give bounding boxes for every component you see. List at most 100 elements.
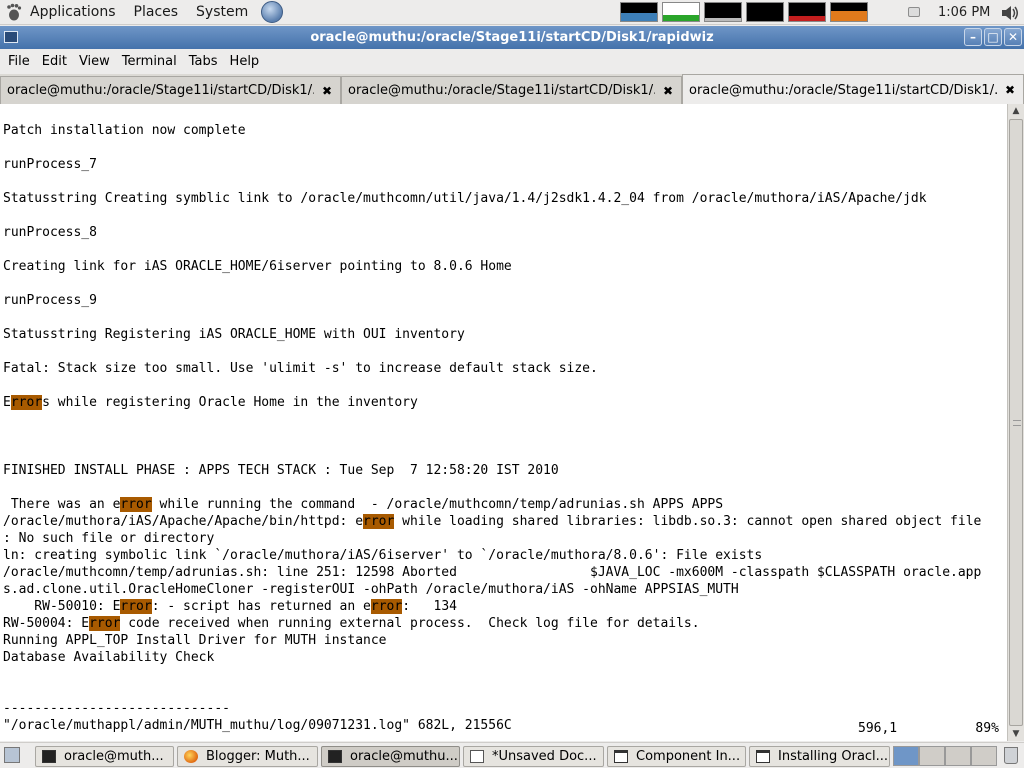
window-title-bar[interactable]: oracle@muthu:/oracle/Stage11i/startCD/Di… bbox=[0, 26, 1024, 49]
network-monitor-graph bbox=[704, 2, 742, 22]
taskbar-item-text-editor[interactable]: *Unsaved Doc... bbox=[463, 746, 604, 767]
minimize-button[interactable]: – bbox=[964, 28, 982, 46]
taskbar-item-label: oracle@muthu... bbox=[350, 749, 458, 764]
window-menu-icon[interactable] bbox=[4, 31, 18, 43]
terminal-line: Errors while registering Oracle Home in … bbox=[3, 395, 418, 410]
places-menu[interactable]: Places bbox=[125, 4, 188, 20]
taskbar-item-label: oracle@muth... bbox=[64, 749, 164, 764]
tray-notification-icon[interactable] bbox=[908, 7, 920, 17]
terminal-line: Patch installation now complete bbox=[3, 123, 246, 138]
scrollbar-thumb[interactable] bbox=[1009, 119, 1023, 726]
taskbar-item-terminal-2[interactable]: oracle@muthu... bbox=[321, 746, 460, 767]
clock[interactable]: 1:06 PM bbox=[938, 5, 990, 20]
terminal-line: Statusstring Registering iAS ORACLE_HOME… bbox=[3, 327, 465, 342]
terminal-line: Statusstring Creating symblic link to /o… bbox=[3, 191, 927, 206]
window-icon bbox=[614, 750, 628, 763]
maximize-button[interactable]: □ bbox=[984, 28, 1002, 46]
close-tab-icon[interactable]: ✖ bbox=[1003, 83, 1017, 97]
trash-icon[interactable] bbox=[1004, 747, 1018, 764]
workspace-4[interactable] bbox=[971, 746, 997, 766]
cpu-monitor-graph bbox=[620, 2, 658, 22]
window-icon bbox=[756, 750, 770, 763]
terminal-line: ----------------------------- bbox=[3, 701, 230, 716]
terminal-line: Database Availability Check bbox=[3, 650, 215, 665]
taskbar-item-label: Component In... bbox=[636, 749, 741, 764]
terminal-line: FINISHED INSTALL PHASE : APPS TECH STACK… bbox=[3, 463, 559, 478]
terminal-line: runProcess_9 bbox=[3, 293, 97, 308]
taskbar-item-label: Installing Oracl... bbox=[778, 749, 889, 764]
system-monitor[interactable] bbox=[620, 2, 868, 22]
search-highlight: rror bbox=[89, 616, 121, 631]
vi-status-position: 596,1 89% bbox=[858, 720, 999, 737]
menu-edit[interactable]: Edit bbox=[36, 54, 73, 69]
terminal-output[interactable]: Patch installation now complete runProces… bbox=[0, 104, 1007, 741]
tab-terminal-2[interactable]: oracle@muthu:/oracle/Stage11i/startCD/Di… bbox=[341, 76, 682, 104]
taskbar-item-terminal-1[interactable]: oracle@muth... bbox=[35, 746, 174, 767]
terminal-line: "/oracle/muthappl/admin/MUTH_muthu/log/0… bbox=[3, 718, 512, 733]
cursor-position: 596,1 bbox=[858, 721, 898, 736]
terminal-line: Creating link for iAS ORACLE_HOME/6iserv… bbox=[3, 259, 512, 274]
taskbar-item-label: *Unsaved Doc... bbox=[492, 749, 597, 764]
workspace-1[interactable] bbox=[893, 746, 919, 766]
tab-label: oracle@muthu:/oracle/Stage11i/startCD/Di… bbox=[7, 83, 314, 98]
menu-view[interactable]: View bbox=[73, 54, 116, 69]
tab-terminal-3[interactable]: oracle@muthu:/oracle/Stage11i/startCD/Di… bbox=[682, 74, 1024, 105]
search-highlight: rror bbox=[120, 599, 152, 614]
terminal-line: RW-50010: Error: - script has returned a… bbox=[3, 599, 457, 614]
firefox-icon bbox=[184, 750, 198, 763]
search-highlight: rror bbox=[120, 497, 152, 512]
gnome-foot-icon[interactable] bbox=[4, 2, 24, 22]
workspace-3[interactable] bbox=[945, 746, 971, 766]
terminal-line: runProcess_7 bbox=[3, 157, 97, 172]
tab-terminal-1[interactable]: oracle@muthu:/oracle/Stage11i/startCD/Di… bbox=[0, 76, 341, 104]
terminal-line: Fatal: Stack size too small. Use 'ulimit… bbox=[3, 361, 598, 376]
scroll-up-arrow-icon[interactable]: ▲ bbox=[1008, 104, 1024, 118]
applications-menu[interactable]: Applications bbox=[24, 4, 125, 20]
terminal-line: There was an error while running the com… bbox=[3, 497, 724, 512]
close-button[interactable]: ✕ bbox=[1004, 28, 1022, 46]
scroll-down-arrow-icon[interactable]: ▼ bbox=[1008, 727, 1024, 741]
show-desktop-icon[interactable] bbox=[4, 747, 20, 763]
web-browser-launcher-icon[interactable] bbox=[261, 1, 284, 23]
workspace-2[interactable] bbox=[919, 746, 945, 766]
close-tab-icon[interactable]: ✖ bbox=[320, 84, 334, 98]
search-highlight: rror bbox=[370, 599, 403, 614]
terminal-icon bbox=[328, 750, 342, 763]
terminal-line: s.ad.clone.util.OracleHomeCloner -regist… bbox=[3, 582, 739, 597]
menu-file[interactable]: File bbox=[2, 54, 36, 69]
memory-monitor-graph bbox=[662, 2, 700, 22]
menu-bar: File Edit View Terminal Tabs Help bbox=[0, 49, 1024, 73]
load-monitor-graph bbox=[788, 2, 826, 22]
taskbar-item-component[interactable]: Component In... bbox=[607, 746, 746, 767]
menu-help[interactable]: Help bbox=[224, 54, 266, 69]
workspace-switcher bbox=[893, 746, 997, 766]
menu-tabs[interactable]: Tabs bbox=[183, 54, 224, 69]
taskbar-item-installing[interactable]: Installing Oracl... bbox=[749, 746, 890, 767]
system-menu[interactable]: System bbox=[187, 4, 257, 20]
terminal-scrollbar[interactable]: ▲ ▼ bbox=[1007, 104, 1024, 741]
close-tab-icon[interactable]: ✖ bbox=[661, 84, 675, 98]
tab-label: oracle@muthu:/oracle/Stage11i/startCD/Di… bbox=[689, 82, 997, 98]
terminal-line: ln: creating symbolic link `/oracle/muth… bbox=[3, 548, 763, 563]
volume-icon[interactable] bbox=[1000, 4, 1020, 22]
search-highlight: rror bbox=[363, 514, 395, 529]
menu-terminal[interactable]: Terminal bbox=[116, 54, 183, 69]
terminal-line: Running APPL_TOP Install Driver for MUTH… bbox=[3, 633, 387, 648]
terminal-line: /oracle/muthora/iAS/Apache/Apache/bin/ht… bbox=[3, 514, 982, 529]
terminal-icon bbox=[42, 750, 56, 763]
taskbar-item-firefox[interactable]: Blogger: Muth... bbox=[177, 746, 318, 767]
disk-monitor-graph bbox=[830, 2, 868, 22]
